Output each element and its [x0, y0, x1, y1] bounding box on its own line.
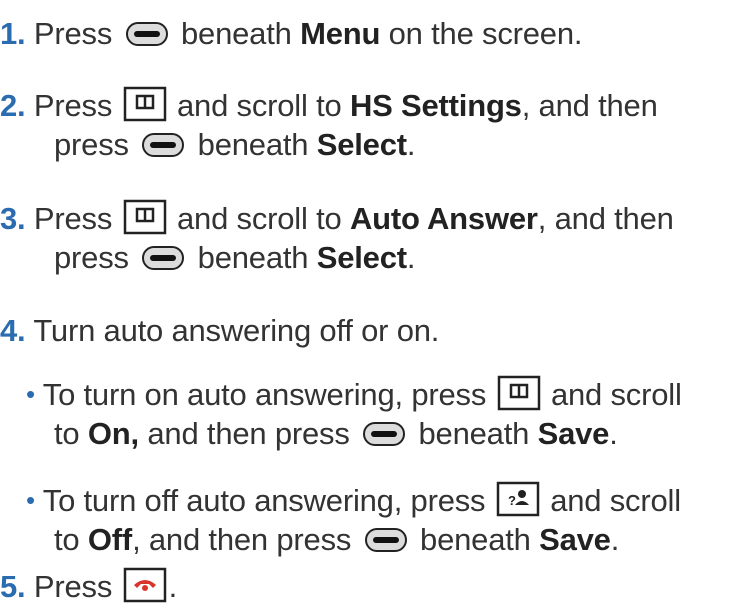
bullet-turn-on: • To turn on auto answering, press and s… [26, 375, 682, 414]
step-text: , and then [537, 201, 674, 236]
step-3: 3. Press and scroll to Auto Answer, and … [0, 199, 674, 237]
step-4: 4. Turn auto answering off or on. [0, 313, 439, 349]
step-text: beneath [197, 240, 309, 275]
step-text: and scroll to [176, 88, 342, 123]
step-text: Press [33, 569, 113, 604]
save-label: Save [539, 522, 611, 557]
bullet-turn-off-line-2: to Off, and then press beneath Save. [54, 522, 619, 558]
auto-answer-label: Auto Answer [349, 201, 538, 236]
contacts-key-icon [496, 481, 540, 517]
bullet-text: To turn on auto answering, press [42, 377, 487, 412]
bullet-text: . [610, 522, 620, 557]
off-label: Off [87, 522, 133, 557]
navigation-book-key-icon [123, 199, 167, 235]
bullet-text: and scroll [550, 377, 682, 412]
step-text: Press [33, 88, 113, 123]
step-text: . [406, 127, 416, 162]
step-text: Press [33, 201, 113, 236]
bullet-marker: • [26, 379, 35, 409]
step-number: 3. [0, 201, 26, 236]
menu-label: Menu [300, 16, 381, 51]
step-number: 1. [0, 16, 26, 51]
bullet-turn-off: • To turn off auto answering, press and … [26, 481, 681, 520]
bullet-text: , and then press [132, 522, 352, 557]
navigation-book-key-icon [497, 375, 541, 411]
soft-key-icon [362, 421, 406, 447]
select-label: Select [316, 127, 407, 162]
step-3-line-2: press beneath Select. [54, 240, 416, 276]
step-text: . [168, 569, 178, 604]
end-call-key-icon [123, 567, 167, 603]
step-text: . [406, 240, 416, 275]
hs-settings-label: HS Settings [349, 88, 522, 123]
bullet-text: . [609, 416, 618, 451]
step-text: Turn auto answering off or on. [33, 313, 440, 348]
soft-key-icon [364, 527, 408, 553]
save-label: Save [537, 416, 610, 451]
step-text: beneath [197, 127, 309, 162]
step-text: and scroll to [176, 201, 342, 236]
soft-key-icon [141, 245, 185, 271]
step-1: 1. Press beneath Menu on the screen. [0, 16, 583, 52]
bullet-text: to [54, 416, 80, 451]
select-label: Select [316, 240, 407, 275]
on-label: On, [87, 416, 139, 451]
instructions-page: 1. Press beneath Menu on the screen. 2. … [0, 0, 730, 610]
step-text: press [54, 127, 129, 162]
step-2: 2. Press and scroll to HS Settings, and … [0, 86, 658, 124]
step-number: 5. [0, 569, 26, 604]
bullet-text: beneath [418, 416, 530, 451]
bullet-text: and then press [147, 416, 350, 451]
bullet-text: To turn off auto answering, press [42, 483, 486, 518]
step-text: beneath [180, 16, 292, 51]
soft-key-icon [141, 132, 185, 158]
bullet-text: to [54, 522, 80, 557]
navigation-book-key-icon [123, 86, 167, 122]
bullet-text: and scroll [550, 483, 681, 518]
bullet-turn-on-line-2: to On, and then press beneath Save. [54, 416, 618, 452]
bullet-text: beneath [420, 522, 531, 557]
step-2-line-2: press beneath Select. [54, 127, 416, 163]
bullet-marker: • [26, 485, 35, 515]
step-text: , and then [521, 88, 658, 123]
step-text: press [54, 240, 129, 275]
step-text: on the screen. [388, 16, 583, 51]
step-5: 5. Press . [0, 567, 177, 605]
step-number: 2. [0, 88, 26, 123]
step-text: Press [33, 16, 113, 51]
soft-key-icon [125, 21, 169, 47]
step-number: 4. [0, 313, 26, 348]
